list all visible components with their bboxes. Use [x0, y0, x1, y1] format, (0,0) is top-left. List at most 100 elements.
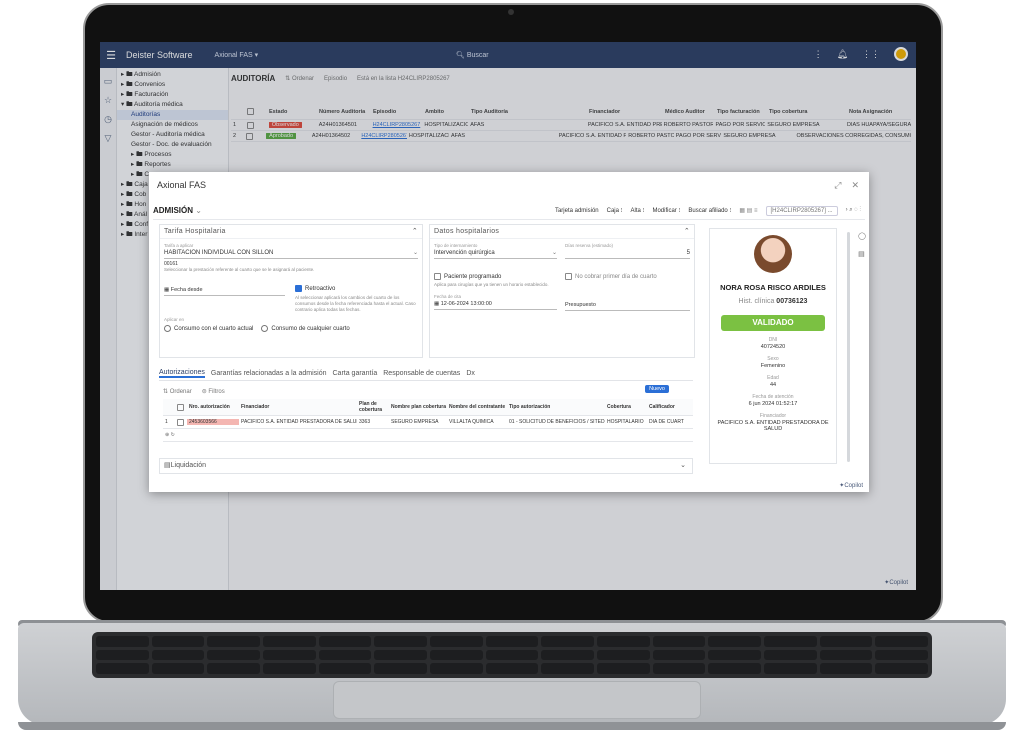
new-row[interactable]: ⊕ ↻ [163, 429, 693, 442]
column-header[interactable]: Tipo autorización [507, 404, 605, 410]
comment-icon[interactable]: ◯ [858, 232, 866, 240]
table-cell: DIA DE CUART [649, 419, 684, 425]
calendar-icon: ▦ [434, 301, 441, 308]
status-badge[interactable]: VALIDADO [721, 315, 825, 331]
authorizations-table: Nro. autorización Financiador Plan de cobe… [163, 399, 693, 442]
keyboard-key [374, 649, 427, 661]
toolbar-action-1[interactable]: Caja ⁝ [607, 207, 623, 214]
keyboard-key [597, 649, 650, 661]
patient-name: NORA ROSA RISCO ARDILES [720, 283, 826, 292]
keyboard-key [318, 649, 372, 661]
keyboard-key [318, 663, 372, 674]
keyboard-key [207, 663, 260, 674]
patient-field: Sexo Femenino [760, 356, 786, 369]
keyboard-key [430, 649, 483, 661]
fecha-cita-field[interactable]: ▦ 12-06-2024 13:00:00 [434, 299, 558, 311]
keyboard-key [485, 663, 539, 674]
keyboard-key [541, 636, 594, 647]
scrollbar[interactable] [847, 232, 850, 462]
column-header[interactable]: Cobertura [605, 404, 647, 410]
keyboard-key [708, 636, 761, 647]
table-row[interactable]: 1 2453603566 PACIFICO S.A. ENTIDAD PRESTAD… [163, 416, 693, 429]
collapse-icon[interactable]: ⌃ [684, 225, 690, 238]
toolbar-action-3[interactable]: Modificar ⁝ [652, 207, 680, 214]
fecha-desde-field[interactable]: ▦ Fecha desde [164, 285, 286, 296]
keyboard-key [652, 663, 706, 674]
tab-3[interactable]: Responsable de cuentas [383, 370, 460, 377]
nav-icons[interactable]: › ⌕ ◌ ⋮ [846, 207, 861, 214]
add-refresh-icons[interactable]: ⊕ ↻ [163, 432, 193, 438]
patient-fields: DNI 40724520 Sexo Femenino Edad 44 Fecha de at… [710, 337, 836, 432]
keyboard-key [708, 649, 761, 661]
close-icon[interactable]: ✕ [851, 180, 859, 191]
table-cell: VILLALTA QUIMICA [449, 419, 494, 425]
table-cell: 3363 [359, 419, 371, 425]
keyboard-key [318, 636, 372, 647]
filters-button[interactable]: ⊜ Filtros [202, 388, 225, 395]
tab-0[interactable]: Autorizaciones [159, 369, 205, 378]
keyboard-key [207, 649, 260, 661]
dialog-title: Axional FAS [157, 180, 207, 190]
tipo-select[interactable]: Intervención quirúrgica ⌄ [434, 248, 558, 259]
keyboard-key [652, 636, 706, 647]
radio-cualquier-cuarto[interactable]: Consumo de cualquier cuarto [261, 325, 350, 332]
admission-dialog: Axional FAS ⤢ ✕ ADMISIÓN ⌄ Tarjeta admis… [149, 172, 869, 492]
tarifa-select[interactable]: HABITACION INDIVIDUAL CON SILLON ⌄ [164, 248, 418, 259]
copilot-button[interactable]: ✦Copilot [839, 482, 863, 489]
keyboard-key [819, 649, 873, 661]
toolbar-action-4[interactable]: Buscar afiliado ⁝ [688, 207, 731, 214]
expand-icon[interactable]: ⤢ [834, 180, 841, 191]
toolbar-action-2[interactable]: Alta ⁝ [631, 207, 645, 214]
tab-2[interactable]: Carta garantía [333, 370, 378, 377]
table-cell: HOSPITALARIO [607, 419, 644, 425]
column-header[interactable]: Nombre plan cobertura [389, 404, 447, 410]
keyboard-key [151, 636, 205, 647]
keyboard-key [263, 663, 316, 674]
column-header[interactable]: Nombre del contratante [447, 404, 507, 410]
keyboard-key [485, 649, 539, 661]
keyboard-key [875, 649, 928, 661]
tab-4[interactable]: Dx [466, 370, 475, 377]
tarifa-panel: Tarifa Hospitalaria ⌃ Tarifa a aplicar HA… [159, 224, 423, 358]
view-icons[interactable]: ▦ ▤ ≡ [739, 207, 757, 214]
keyboard-key [374, 663, 427, 674]
auth-toolbar: ⇅ Ordenar ⊜ Filtros Nuevo [163, 385, 693, 397]
patient-field: Financiador PACIFICO S.A. ENTIDAD PRESTAD… [717, 413, 829, 432]
retroactivo-checkbox[interactable]: Retroactivo [295, 285, 418, 292]
dias-input[interactable]: 5 [565, 248, 690, 259]
column-header[interactable]: Financiador [239, 404, 357, 410]
presupuesto-field[interactable]: Presupuesto [565, 300, 690, 312]
column-header[interactable]: Nro. autorización [187, 404, 239, 410]
tarifa-header: Tarifa Hospitalaria [164, 228, 226, 235]
column-header[interactable]: Calificador [647, 404, 687, 410]
aplicar-label: Aplicar en [164, 317, 185, 323]
hist-clinica: Hist. clínica 00736123 [738, 298, 808, 305]
column-header[interactable]: Plan de cobertura [357, 401, 389, 413]
keyboard-key [430, 663, 483, 674]
section-title: ADMISIÓN ⌄ [153, 206, 202, 215]
episode-chip[interactable]: [H24CLIRP2805267] ... [765, 205, 838, 216]
keyboard-key [485, 636, 539, 647]
patient-field: DNI 40724520 [760, 337, 786, 350]
keyboard-key [597, 663, 650, 674]
dialog-toolbar: ADMISIÓN ⌄ Tarjeta admisión Caja ⁝ Alta ⁝ M… [153, 202, 865, 220]
screen: ☰ Deister Software Axional FAS ▾ 🔍︎ Busc… [100, 42, 916, 590]
keyboard-key [541, 649, 594, 661]
order-button[interactable]: ⇅ Ordenar [163, 388, 192, 395]
expand-icon[interactable]: ⌄ [680, 459, 686, 473]
radio-cuarto-actual[interactable]: Consumo con el cuarto actual [164, 325, 253, 332]
liquidacion-panel[interactable]: ▤Liquidación ⌄ [159, 458, 693, 474]
nuevo-button[interactable]: Nuevo [645, 385, 669, 393]
touchpad [333, 681, 701, 719]
keyboard-key [96, 663, 149, 674]
collapse-icon[interactable]: ⌃ [412, 225, 418, 238]
keyboard-key [151, 649, 205, 661]
no-cobrar-checkbox[interactable]: No cobrar primer día de cuarto [565, 273, 690, 288]
toolbar-action-0[interactable]: Tarjeta admisión [555, 208, 599, 214]
keyboard-key [541, 663, 594, 674]
programado-checkbox[interactable]: Paciente programado [434, 273, 557, 280]
keyboard-key [875, 636, 928, 647]
tab-1[interactable]: Garantías relacionadas a la admisión [211, 370, 327, 377]
notes-icon[interactable]: ▤ [858, 250, 866, 258]
keyboard-key [652, 649, 706, 661]
